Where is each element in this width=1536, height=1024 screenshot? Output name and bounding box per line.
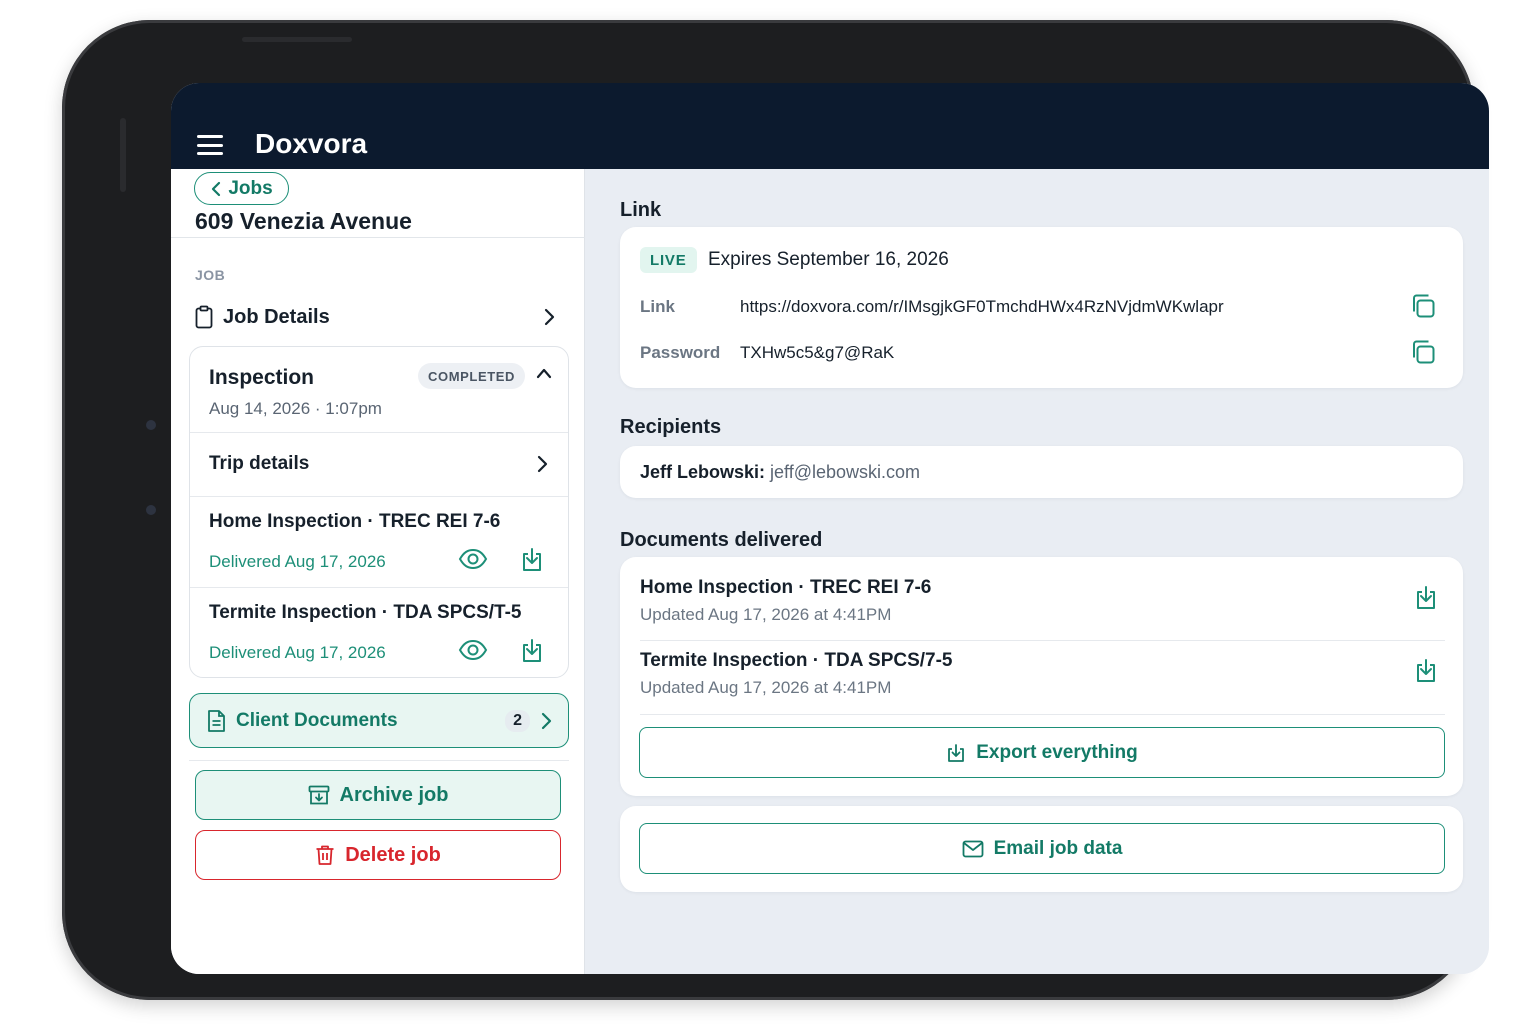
recipients-card: Jeff Lebowski: jeff@lebowski.com [620,446,1463,498]
job-address: 609 Venezia Avenue [195,208,412,234]
link-section-label: Link [620,199,662,221]
download-icon[interactable] [1414,658,1438,684]
trip-details-label: Trip details [209,453,310,474]
tablet-side-button [120,118,126,192]
tablet-camera [146,505,156,515]
divider [640,714,1445,715]
document-icon [208,709,225,732]
export-everything-label: Export everything [976,741,1138,763]
list-item: Termite Inspection · TDA SPCS/T-5 Delive… [190,587,568,677]
archive-icon [308,785,329,805]
tablet-top-button [242,37,352,42]
chevron-right-icon [537,455,548,473]
copy-icon[interactable] [1410,293,1436,319]
live-badge: LIVE [640,247,697,273]
delivered-document-title: Termite Inspection · TDA SPCS/7-5 [640,650,953,671]
email-card: Email job data [620,806,1463,892]
chevron-left-icon [212,181,221,196]
recipient-row: Jeff Lebowski: jeff@lebowski.com [640,462,920,483]
app-header: Doxvora [171,83,1489,169]
job-details-item[interactable]: Job Details [195,299,555,335]
delivered-document-updated: Updated Aug 17, 2026 at 4:41PM [640,678,892,697]
divider [189,760,569,761]
trash-icon [316,845,334,865]
delivered-document-title: Home Inspection · TREC REI 7-6 [640,577,932,598]
download-icon[interactable] [1414,585,1438,611]
download-icon[interactable] [520,547,544,573]
job-share-panel: Link LIVE Expires September 16, 2026 Lin… [585,169,1489,974]
back-label: Jobs [228,177,273,199]
documents-delivered-label: Documents delivered [620,529,823,551]
copy-icon[interactable] [1410,339,1436,365]
list-item: Termite Inspection · TDA SPCS/7-5 Update… [640,644,1445,716]
link-expiry: Expires September 16, 2026 [708,249,949,270]
client-documents-item[interactable]: Client Documents 2 [189,693,569,748]
delete-job-button[interactable]: Delete job [195,830,561,880]
password-key: Password [640,343,721,362]
divider [640,640,1445,641]
app-screen: Doxvora Jobs 609 Venezia Avenue JOB Job … [171,83,1489,974]
status-badge: COMPLETED [418,363,526,389]
archive-job-button[interactable]: Archive job [195,770,561,820]
recipient-email: jeff@lebowski.com [770,462,921,482]
recipients-section-label: Recipients [620,416,722,438]
tablet-sensor [146,420,156,430]
back-to-jobs-button[interactable]: Jobs [194,172,289,205]
list-item: Home Inspection · TREC REI 7-6 Delivered… [190,496,568,587]
delete-job-label: Delete job [345,843,441,866]
eye-icon[interactable] [458,547,488,571]
recipient-name: Jeff Lebowski: [640,462,766,482]
link-value[interactable]: https://doxvora.com/r/IMsgjkGF0TmchdHWx4… [740,297,1224,317]
email-job-data-label: Email job data [993,837,1123,859]
archive-job-label: Archive job [339,783,449,806]
inspection-title: Inspection [209,366,315,389]
chevron-up-icon[interactable] [536,367,552,379]
list-item: Home Inspection · TREC REI 7-6 Updated A… [640,571,1445,643]
export-everything-button[interactable]: Export everything [639,727,1445,778]
inspection-card: Inspection COMPLETED Aug 14, 2026 · 1:07… [189,346,569,678]
job-section-label: JOB [195,267,226,283]
export-icon [948,743,965,762]
download-icon[interactable] [520,638,544,664]
link-card: LIVE Expires September 16, 2026 Link htt… [620,227,1463,388]
chevron-right-icon [541,712,552,729]
job-sidebar: Jobs 609 Venezia Avenue JOB Job Details … [171,169,585,974]
password-value[interactable]: TXHw5c5&g7@RaK [740,343,894,363]
app-title: Doxvora [255,128,368,159]
document-title: Termite Inspection · TDA SPCS/T-5 [209,602,522,623]
clipboard-icon [195,305,213,329]
document-status: Delivered Aug 17, 2026 [209,643,386,662]
trip-details-row[interactable]: Trip details [190,432,568,496]
inspection-datetime: Aug 14, 2026 · 1:07pm [209,399,382,418]
delivered-document-updated: Updated Aug 17, 2026 at 4:41PM [640,605,892,624]
header-divider [171,237,585,238]
link-key: Link [640,297,675,316]
document-status: Delivered Aug 17, 2026 [209,552,386,571]
client-documents-label: Client Documents [236,709,398,731]
chevron-right-icon [544,308,555,326]
email-job-data-button[interactable]: Email job data [639,823,1445,874]
tablet-frame: Doxvora Jobs 609 Venezia Avenue JOB Job … [62,20,1489,1000]
client-documents-count: 2 [505,709,530,732]
documents-delivered-card: Home Inspection · TREC REI 7-6 Updated A… [620,557,1463,796]
document-title: Home Inspection · TREC REI 7-6 [209,511,501,532]
eye-icon[interactable] [458,638,488,662]
mail-icon [962,840,983,857]
job-details-label: Job Details [223,305,330,328]
menu-icon[interactable] [197,135,223,155]
